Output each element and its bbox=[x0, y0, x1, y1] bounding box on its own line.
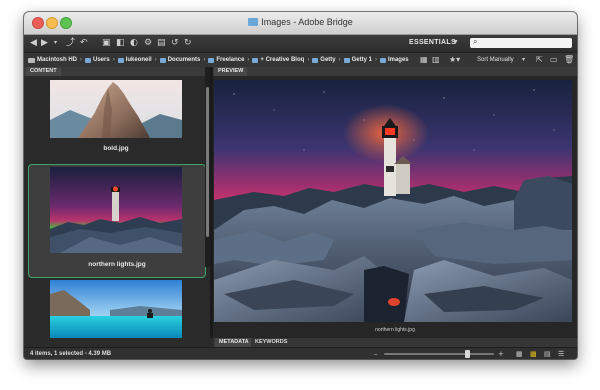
preview-image[interactable] bbox=[214, 80, 572, 322]
folder-icon bbox=[248, 18, 259, 26]
refine-icon[interactable]: ◧ bbox=[116, 37, 125, 49]
breadcrumb: Macintosh HD › Users › lukeoneil › Docum… bbox=[28, 53, 409, 67]
preview-panel: PREVIEW northern lights.jpg bbox=[213, 67, 577, 338]
crumb-creative-bloq[interactable]: + Creative Bloq bbox=[252, 57, 304, 63]
content-panel: CONTENT bold.jpg northern lights.jpg bbox=[24, 67, 210, 338]
folder-icon bbox=[343, 57, 350, 63]
rotate-right-icon[interactable]: ↻ bbox=[184, 37, 192, 49]
folder-icon bbox=[85, 57, 92, 63]
crumb-separator: › bbox=[80, 57, 83, 63]
home-folder-icon bbox=[117, 57, 124, 63]
preview-panel-header: PREVIEW bbox=[213, 67, 577, 76]
thumbnail-image-northern-lights bbox=[50, 167, 182, 253]
trash-icon[interactable]: 🗑 bbox=[564, 55, 574, 65]
output-icon[interactable]: ▤ bbox=[157, 37, 166, 49]
open-in-camera-raw-icon[interactable]: ◐ bbox=[130, 37, 138, 49]
search-input[interactable]: ⌕ bbox=[470, 37, 572, 48]
grid-view-icon[interactable]: ▦ bbox=[420, 55, 428, 65]
metadata-tab-strip: METADATA KEYWORDS bbox=[213, 338, 577, 347]
status-text: 4 items, 1 selected - 4.39 MB bbox=[30, 351, 112, 357]
crumb-separator: › bbox=[154, 57, 157, 63]
view-as-details-icon[interactable]: ▤ bbox=[544, 349, 551, 359]
crumb-freelance[interactable]: Freelance bbox=[208, 57, 244, 63]
thumbnail-image-rock bbox=[50, 80, 182, 138]
tab-preview[interactable]: PREVIEW bbox=[214, 67, 248, 76]
open-recent-icon[interactable]: ⇱ bbox=[536, 55, 543, 65]
thumbnail-item-selected[interactable]: northern lights.jpg bbox=[28, 164, 206, 278]
crumb-separator: › bbox=[307, 57, 310, 63]
tab-keywords[interactable]: KEYWORDS bbox=[251, 338, 292, 347]
thumbnail-filename: northern lights.jpg bbox=[88, 261, 146, 268]
content-panel-header: CONTENT bbox=[24, 67, 210, 76]
path-bar: Macintosh HD › Users › lukeoneil › Docum… bbox=[24, 52, 577, 68]
zoom-out-icon[interactable]: – bbox=[374, 349, 378, 359]
camera-import-icon[interactable]: ▣ bbox=[102, 37, 111, 49]
recent-dropdown-icon[interactable]: ▾ bbox=[54, 37, 57, 49]
return-icon[interactable]: ↶ bbox=[80, 37, 88, 49]
folder-icon bbox=[252, 57, 259, 63]
zoom-in-icon[interactable]: + bbox=[498, 349, 504, 359]
thumbnail-image-pool bbox=[50, 280, 182, 338]
crumb-separator: › bbox=[112, 57, 115, 63]
forward-icon[interactable]: ▶ bbox=[41, 37, 48, 49]
crumb-user-home[interactable]: lukeoneil bbox=[117, 57, 152, 63]
sort-caret-icon[interactable]: ▾ bbox=[522, 55, 525, 65]
crumb-images[interactable]: Images bbox=[379, 57, 409, 63]
back-icon[interactable]: ◀ bbox=[30, 37, 37, 49]
search-icon: ⌕ bbox=[473, 37, 478, 46]
lock-thumbnail-grid-icon[interactable]: ▦ bbox=[516, 349, 523, 359]
crumb-separator: › bbox=[338, 57, 341, 63]
list-view-icon[interactable]: ▥ bbox=[432, 55, 440, 65]
crumb-separator: › bbox=[247, 57, 250, 63]
hard-drive-icon bbox=[28, 57, 35, 63]
folder-icon bbox=[379, 57, 386, 63]
thumbnail-filename: bold.jpg bbox=[103, 145, 129, 152]
settings-gear-icon[interactable]: ⚙ bbox=[144, 37, 152, 49]
workspace-switcher[interactable]: ESSENTIALS bbox=[409, 37, 456, 49]
view-as-thumbnails-icon[interactable]: ▩ bbox=[530, 349, 537, 359]
crumb-separator: › bbox=[203, 57, 206, 63]
new-folder-icon[interactable]: ▭ bbox=[550, 55, 558, 65]
parent-folder-icon[interactable]: ⤴ bbox=[66, 37, 75, 49]
rotate-left-icon[interactable]: ↺ bbox=[171, 37, 179, 49]
view-as-list-icon[interactable]: ☰ bbox=[558, 349, 564, 359]
status-bar: 4 items, 1 selected - 4.39 MB – + ▦ ▩ ▤ … bbox=[24, 347, 577, 359]
tab-content[interactable]: CONTENT bbox=[26, 67, 61, 76]
tab-metadata[interactable]: METADATA bbox=[215, 338, 253, 347]
folder-icon bbox=[312, 57, 319, 63]
crumb-documents[interactable]: Documents bbox=[159, 57, 200, 63]
star-filter-icon[interactable]: ★▾ bbox=[449, 55, 460, 65]
thumbnail-size-slider-knob[interactable] bbox=[464, 350, 470, 358]
crumb-users[interactable]: Users bbox=[85, 57, 110, 63]
folder-icon bbox=[208, 57, 215, 63]
sort-dropdown[interactable]: Sort Manually bbox=[477, 55, 514, 65]
crumb-getty-1[interactable]: Getty 1 bbox=[343, 57, 372, 63]
workspace-caret-icon[interactable]: ▼ bbox=[452, 37, 459, 49]
crumb-getty[interactable]: Getty bbox=[312, 57, 336, 63]
thumbnail-item[interactable]: bold.jpg bbox=[28, 78, 204, 162]
thumbnail-size-slider[interactable] bbox=[384, 353, 494, 355]
content-scroll-thumb[interactable] bbox=[206, 87, 209, 237]
window-title: Images - Adobe Bridge bbox=[261, 17, 353, 27]
bridge-window: Images - Adobe Bridge ◀ ▶ ▾ ⤴ ↶ ▣ ◧ ◐ ⚙ … bbox=[24, 12, 577, 359]
preview-caption: northern lights.jpg bbox=[375, 327, 415, 333]
folder-icon bbox=[159, 57, 166, 63]
crumb-separator: › bbox=[374, 57, 377, 63]
title-bar: Images - Adobe Bridge bbox=[24, 12, 577, 35]
crumb-macintosh-hd[interactable]: Macintosh HD bbox=[28, 57, 77, 63]
thumbnail-item[interactable] bbox=[28, 278, 204, 338]
window-title-wrap: Images - Adobe Bridge bbox=[24, 17, 577, 27]
toolbar: ◀ ▶ ▾ ⤴ ↶ ▣ ◧ ◐ ⚙ ▤ ↺ ↻ ESSENTIALS ▼ ⌕ bbox=[24, 35, 577, 51]
